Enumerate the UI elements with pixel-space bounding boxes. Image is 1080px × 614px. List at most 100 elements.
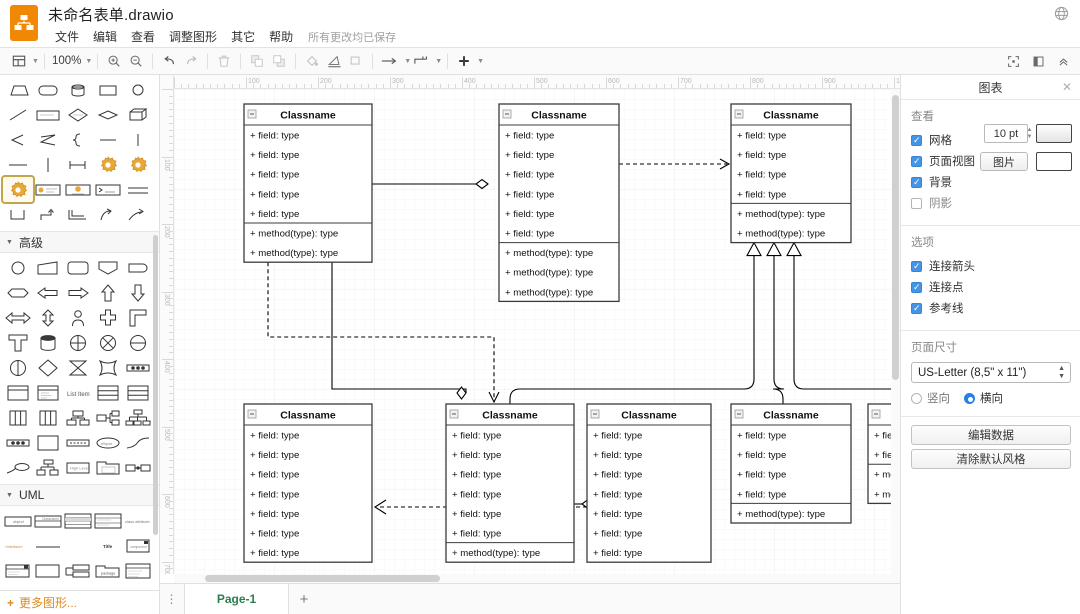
shape-lasso-icon[interactable] (3, 455, 33, 480)
waypoint-icon[interactable] (411, 50, 433, 72)
shape-line-diag-icon[interactable] (3, 102, 33, 127)
menu-item-view[interactable]: 查看 (124, 26, 162, 47)
shape-tee-icon[interactable] (3, 330, 33, 355)
shape-ellipse-label-icon[interactable]: ellipse (93, 430, 123, 455)
shape-curve-arrow-icon[interactable] (93, 202, 123, 227)
uml-label-icon[interactable]: class attribute (123, 508, 153, 533)
shape-tape-icon[interactable] (33, 330, 63, 355)
shape-dotted-bar-icon[interactable] (63, 430, 93, 455)
shape-table3b-icon[interactable] (123, 380, 153, 405)
shape-trapezoid-icon[interactable] (3, 77, 33, 102)
shape-hexagon-icon[interactable] (3, 280, 33, 305)
shape-circle-vline-icon[interactable] (3, 355, 33, 380)
shape-vline-icon[interactable] (123, 127, 153, 152)
guides-row[interactable]: 参考线 (911, 299, 1070, 317)
uml-class-body-icon[interactable] (123, 558, 153, 583)
shape-concave-icon[interactable] (93, 355, 123, 380)
orientation-portrait[interactable]: 竖向 (911, 390, 950, 406)
shape-arrow-double-v-icon[interactable] (33, 305, 63, 330)
trash-icon[interactable] (213, 50, 235, 72)
uml-class-rows-icon[interactable] (63, 508, 93, 533)
uml-node-icon[interactable] (3, 558, 33, 583)
shape-section-advanced[interactable]: ▼ 高级 (0, 231, 159, 253)
diagram-canvas[interactable]: Classname + field: type + field: type + fie… (174, 89, 900, 574)
canvas-hscrollbar-thumb[interactable] (205, 575, 440, 582)
zoom-in-icon[interactable] (103, 50, 125, 72)
shape-diamond2-icon[interactable] (33, 355, 63, 380)
shape-circle-cross-icon[interactable] (63, 330, 93, 355)
bring-to-front-icon[interactable] (246, 50, 268, 72)
send-to-back-icon[interactable] (268, 50, 290, 72)
redo-icon[interactable] (180, 50, 202, 72)
uml-stereotype-icon[interactable]: «interface» (3, 533, 33, 558)
zoom-level-label[interactable]: 100% (50, 55, 83, 67)
menu-item-edit[interactable]: 编辑 (86, 26, 124, 47)
insert-plus-icon[interactable] (453, 50, 475, 72)
menu-item-extras[interactable]: 其它 (224, 26, 262, 47)
shape-hline-icon[interactable] (93, 127, 123, 152)
shape-double-line-icon[interactable] (123, 177, 153, 202)
connection-caret-icon[interactable]: ▼ (404, 58, 411, 65)
uml-class-box[interactable]: Classname + field: type + field: type + fie… (586, 403, 712, 563)
paper-size-select[interactable]: US-Letter (8,5" x 11") ▲ ▼ (911, 362, 1071, 383)
uml-blank-icon[interactable] (63, 533, 93, 558)
shape-cylinder-icon[interactable] (63, 77, 93, 102)
shadow-icon[interactable] (345, 50, 367, 72)
shape-corner-icon[interactable] (123, 305, 153, 330)
close-icon[interactable]: ✕ (1062, 80, 1072, 94)
collapse-icon[interactable] (1052, 51, 1074, 73)
shadow-checkbox[interactable] (911, 197, 922, 209)
shape-arrow-up-icon[interactable] (93, 280, 123, 305)
shape-cube-icon[interactable] (123, 102, 153, 127)
page-tab-page-1[interactable]: Page-1 (184, 584, 289, 614)
shape-node-link-icon[interactable] (123, 455, 153, 480)
shape-rect-icon[interactable] (93, 77, 123, 102)
uml-frame-icon[interactable] (33, 558, 63, 583)
connection-arrow-icon[interactable] (378, 50, 402, 72)
shape-rhombus-icon[interactable] (93, 102, 123, 127)
add-page-button[interactable]: + (289, 584, 319, 614)
shape-network-icon[interactable] (123, 405, 153, 430)
shape-org-tree-icon[interactable] (63, 405, 93, 430)
zoom-caret-icon[interactable]: ▼ (85, 58, 92, 65)
shadow-row[interactable]: 阴影 (911, 194, 1070, 212)
shape-palette[interactable]: ▼ 高级 List Item ellipse High Level ▼ UML … (0, 75, 160, 614)
shape-pentagon-down-icon[interactable] (93, 255, 123, 280)
shape-gear2-icon[interactable] (123, 152, 153, 177)
shape-cross-icon[interactable] (93, 305, 123, 330)
shape-zigzag1-icon[interactable] (3, 127, 33, 152)
shape-empty-rect-icon[interactable] (33, 430, 63, 455)
portrait-radio[interactable] (911, 392, 922, 404)
shape-diamond-label-icon[interactable] (63, 102, 93, 127)
page-menu-icon[interactable]: ⋮ (160, 584, 184, 614)
shape-chain-icon[interactable] (123, 355, 153, 380)
shape-stadium-icon[interactable] (123, 255, 153, 280)
shape-window-icon[interactable] (3, 380, 33, 405)
grid-size-input[interactable]: 10 pt (984, 124, 1028, 143)
shape-actor-icon[interactable] (63, 305, 93, 330)
clear-default-style-button[interactable]: 清除默认风格 (911, 449, 1071, 469)
shape-tree-diagram-icon[interactable] (33, 455, 63, 480)
shape-zigzag2-icon[interactable] (33, 127, 63, 152)
shape-columns3b-icon[interactable] (33, 405, 63, 430)
shape-gear-note-icon[interactable] (33, 177, 63, 202)
shape-brace-icon[interactable] (63, 127, 93, 152)
connection-points-row[interactable]: 连接点 (911, 278, 1070, 296)
toggle-format-panel-icon[interactable] (1027, 51, 1049, 73)
shape-high-level-icon[interactable]: High Level (63, 455, 93, 480)
fullscreen-icon[interactable] (1002, 51, 1024, 73)
shape-gear-icon[interactable] (93, 152, 123, 177)
uml-class-box[interactable]: Classname + field: type + field: type + fie… (730, 403, 852, 524)
orientation-landscape[interactable]: 横向 (964, 390, 1003, 406)
shape-flow-split-icon[interactable] (93, 405, 123, 430)
shape-hline2-icon[interactable] (3, 152, 33, 177)
uml-package-icon[interactable]: package (93, 558, 123, 583)
shape-table3-icon[interactable] (93, 380, 123, 405)
shape-corner-line-icon[interactable] (63, 202, 93, 227)
grid-size-stepper[interactable]: ▲ ▼ (1025, 124, 1034, 143)
fill-color-icon[interactable] (301, 50, 323, 72)
shape-panel-scrollbar[interactable] (153, 235, 158, 535)
shape-vline2-icon[interactable] (33, 152, 63, 177)
shape-circle-hline-icon[interactable] (123, 330, 153, 355)
shape-section-uml[interactable]: ▼ UML (0, 484, 159, 506)
